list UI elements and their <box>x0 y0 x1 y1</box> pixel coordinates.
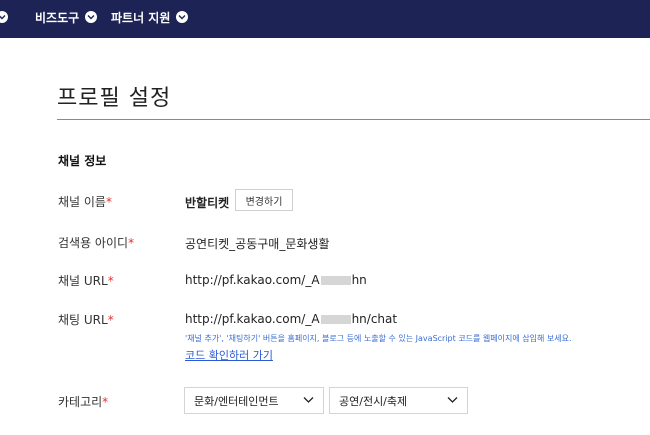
search-id-label: 검색용 아이디* <box>58 234 134 251</box>
nav-item-partial[interactable] <box>0 0 8 34</box>
chevron-down-icon <box>447 397 458 403</box>
chevron-down-icon <box>0 11 8 23</box>
category-label-text: 카테고리 <box>58 395 103 409</box>
channel-name-value: 반할티켓 <box>185 196 230 210</box>
section-title-channel-info: 채널 정보 <box>58 154 107 168</box>
title-divider <box>57 119 650 120</box>
change-channel-name-button[interactable]: 변경하기 <box>235 189 293 211</box>
chat-url-prefix: http://pf.kakao.com/_A <box>185 312 320 326</box>
channel-url-label: 채널 URL* <box>58 272 114 289</box>
nav-item-biz-tools-label: 비즈도구 <box>35 10 80 25</box>
redaction-mask <box>320 276 351 285</box>
chevron-down-icon <box>303 397 314 403</box>
nav-item-partner-support-label: 파트너 지원 <box>111 10 171 25</box>
nav-item-biz-tools[interactable]: 비즈도구 <box>35 0 98 34</box>
required-mark: * <box>102 395 109 409</box>
chat-url-help-text: '채널 추가', '채팅하기' 버튼을 홈페이지, 블로그 등에 노출할 수 있… <box>185 334 572 343</box>
channel-name-label-text: 채널 이름 <box>58 195 106 209</box>
required-mark: * <box>107 313 114 327</box>
channel-url-suffix: hn <box>351 273 367 287</box>
redaction-mask <box>320 315 351 324</box>
category-primary-select[interactable]: 문화/엔터테인먼트 <box>184 387 324 414</box>
chat-url-value: http://pf.kakao.com/_A hn/chat <box>185 312 397 326</box>
chevron-down-icon <box>176 11 189 23</box>
search-id-value: 공연티켓_공동구매_문화생활 <box>185 237 330 251</box>
channel-url-prefix: http://pf.kakao.com/_A <box>185 273 320 287</box>
required-mark: * <box>105 195 112 209</box>
chat-url-label-text: 채팅 URL <box>58 313 108 327</box>
channel-name-label: 채널 이름* <box>58 193 112 210</box>
chevron-down-icon <box>85 11 98 23</box>
channel-url-value: http://pf.kakao.com/_A hn <box>185 273 367 287</box>
nav-item-partner-support[interactable]: 파트너 지원 <box>111 0 189 34</box>
top-navigation-bar: 비즈도구 파트너 지원 <box>0 0 650 38</box>
required-mark: * <box>128 236 135 250</box>
chat-url-label: 채팅 URL* <box>58 311 114 328</box>
required-mark: * <box>107 274 114 288</box>
chat-url-suffix: hn/chat <box>351 312 398 326</box>
channel-url-label-text: 채널 URL <box>58 274 108 288</box>
search-id-label-text: 검색용 아이디 <box>58 236 129 250</box>
category-secondary-value: 공연/전시/축제 <box>339 394 408 408</box>
view-code-link[interactable]: 코드 확인하러 가기 <box>185 347 273 363</box>
page-title: 프로필 설정 <box>57 86 172 111</box>
category-primary-value: 문화/엔터테인먼트 <box>194 394 279 408</box>
category-label: 카테고리* <box>58 393 108 410</box>
category-secondary-select[interactable]: 공연/전시/축제 <box>329 387 468 414</box>
